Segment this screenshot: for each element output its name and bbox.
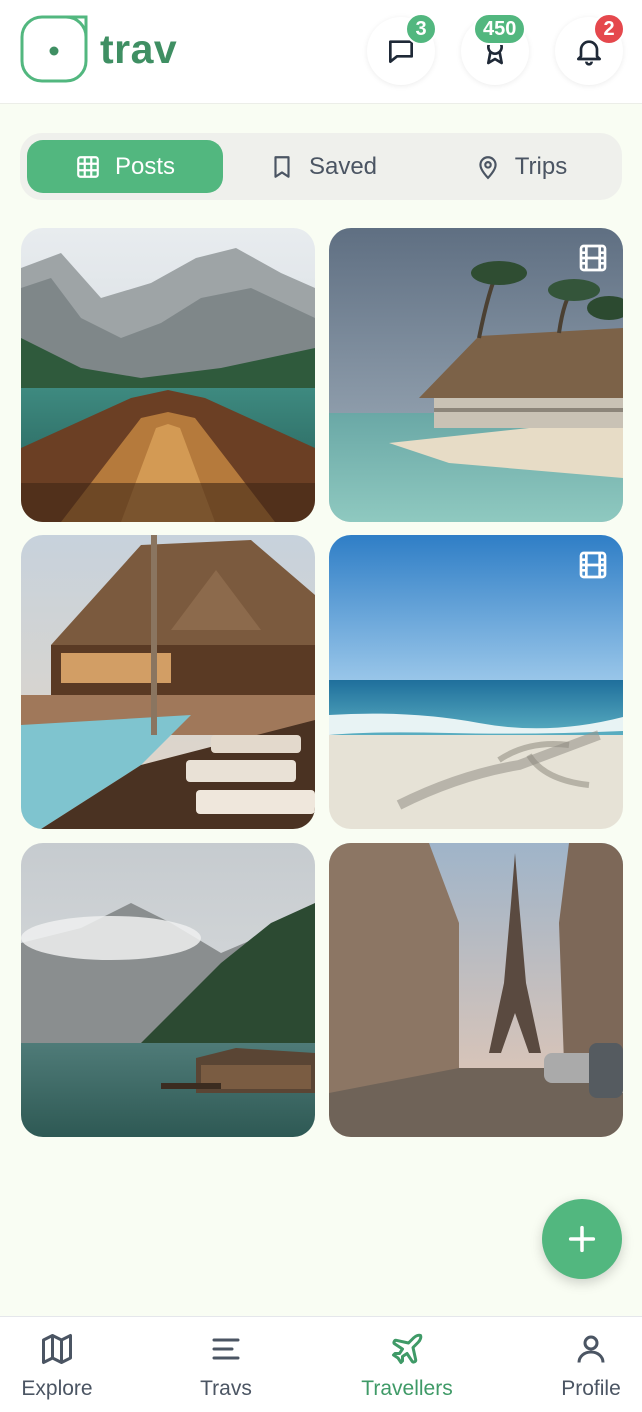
post-tile-4[interactable]: [329, 535, 623, 829]
video-icon: [579, 551, 607, 579]
app-name: trav: [100, 25, 178, 72]
tab-trips[interactable]: Trips: [423, 140, 619, 193]
tab-label: Posts: [114, 152, 176, 180]
messages-button[interactable]: 3: [367, 13, 437, 85]
user-icon: [577, 1335, 605, 1363]
map-icon: [42, 1334, 72, 1364]
top-header: trav 3 450 2: [0, 0, 642, 104]
nav-label: Travellers: [361, 1377, 453, 1400]
post-tile-1[interactable]: [21, 228, 315, 522]
bottom-nav: Explore Travs Travellers Profile: [0, 1316, 642, 1412]
plane-icon: [392, 1333, 423, 1364]
tab-posts[interactable]: Posts: [27, 140, 223, 193]
grid-icon: [77, 155, 99, 178]
post-image: [329, 843, 623, 1137]
rewards-badge: 450: [473, 13, 527, 45]
nav-explore[interactable]: Explore: [0, 1331, 127, 1401]
nav-label: Explore: [21, 1377, 93, 1400]
post-image: [21, 535, 315, 829]
profile-tabs: Posts Saved Trips: [20, 133, 622, 200]
notifications-button[interactable]: 2: [555, 13, 625, 85]
nav-travs[interactable]: Travs: [156, 1331, 296, 1401]
post-tile-2[interactable]: [329, 228, 623, 522]
tab-label: Saved: [308, 152, 378, 180]
nav-label: Travs: [200, 1377, 252, 1400]
plus-icon: [568, 1225, 596, 1253]
video-icon: [579, 244, 607, 272]
tab-label: Trips: [514, 152, 568, 180]
menu-lines-icon: [212, 1338, 240, 1360]
post-image: [21, 843, 315, 1137]
post-tile-6[interactable]: [329, 843, 623, 1137]
nav-travellers[interactable]: Travellers: [337, 1331, 477, 1401]
messages-badge: 3: [405, 13, 437, 45]
logo-icon: [20, 15, 88, 83]
app-logo[interactable]: trav: [20, 15, 177, 83]
post-tile-5[interactable]: [21, 843, 315, 1137]
post-image: [21, 228, 315, 522]
post-tile-3[interactable]: [21, 535, 315, 829]
add-post-button[interactable]: [542, 1199, 622, 1279]
nav-profile[interactable]: Profile: [521, 1331, 642, 1401]
map-pin-icon: [479, 155, 497, 179]
rewards-button[interactable]: 450: [461, 13, 529, 85]
notifications-badge: 2: [593, 13, 625, 45]
nav-label: Profile: [561, 1377, 621, 1400]
bookmark-icon: [274, 155, 290, 178]
tab-saved[interactable]: Saved: [225, 140, 421, 193]
